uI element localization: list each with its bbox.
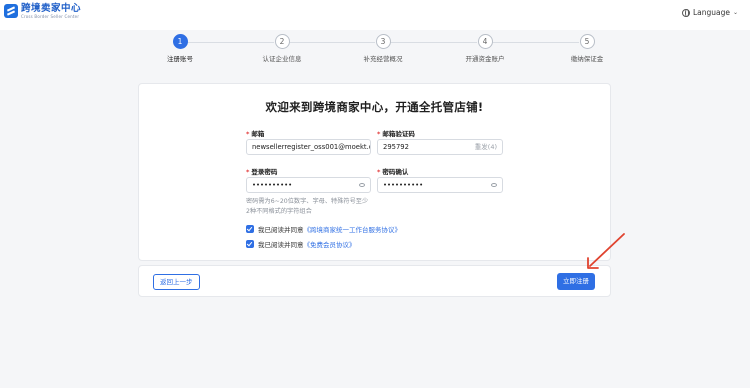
language-selector[interactable]: Language ⌄ <box>681 8 738 17</box>
logo-title: 跨境卖家中心 <box>21 3 82 14</box>
top-header: 跨境卖家中心 Cross Border Seller Center Langua… <box>0 0 750 30</box>
agreement-prefix: 我已阅读并同意 <box>258 241 304 249</box>
required-mark: * <box>377 168 381 176</box>
step-5: 5 缴纳保证金 <box>557 34 617 63</box>
eye-icon[interactable] <box>359 183 365 187</box>
language-label: Language <box>692 8 730 17</box>
step-label: 补充经营概况 <box>363 55 403 63</box>
step-2: 2 认证企业信息 <box>252 34 312 63</box>
logo-icon <box>4 4 18 19</box>
code-label-text: 邮箱验证码 <box>382 130 415 138</box>
checkbox-checked-icon[interactable] <box>246 240 254 248</box>
email-value: newsellerregister_oss001@moekt.co <box>252 143 371 151</box>
step-4: 4 开通资金账户 <box>455 34 515 63</box>
confirm-value: •••••••••• <box>383 181 424 189</box>
step-label: 认证企业信息 <box>262 55 302 63</box>
step-number: 5 <box>579 34 595 49</box>
eye-icon[interactable] <box>491 183 497 187</box>
step-1: 1 注册账号 <box>150 34 210 63</box>
step-number: 2 <box>274 34 290 49</box>
email-field[interactable]: newsellerregister_oss001@moekt.co <box>246 139 371 155</box>
code-value: 295792 <box>383 143 409 151</box>
step-label: 注册账号 <box>167 55 193 63</box>
brand-logo[interactable]: 跨境卖家中心 Cross Border Seller Center <box>4 4 81 19</box>
agreement-member-row[interactable]: 我已阅读并同意 《免费会员协议》 <box>246 239 356 249</box>
page-title: 欢迎来到跨境商家中心，开通全托管店铺! <box>265 100 484 114</box>
confirm-label: * 密码确认 <box>377 166 408 176</box>
logo-text: 跨境卖家中心 Cross Border Seller Center <box>21 4 81 19</box>
step-label: 开通资金账户 <box>465 55 505 63</box>
confirm-label-text: 密码确认 <box>382 168 409 176</box>
code-label: * 邮箱验证码 <box>377 128 415 138</box>
service-agreement-link[interactable]: 《跨境商家统一工作台服务协议》 <box>304 224 402 234</box>
member-agreement-link[interactable]: 《免费会员协议》 <box>304 239 356 249</box>
registration-steps: 1 注册账号 2 认证企业信息 3 补充经营概况 4 开通资金账户 5 缴纳保证… <box>140 34 610 68</box>
chevron-down-icon: ⌄ <box>732 9 738 16</box>
step-3: 3 补充经营概况 <box>353 34 413 63</box>
annotation-arrow-icon <box>587 233 625 269</box>
required-mark: * <box>246 168 250 176</box>
step-label: 缴纳保证金 <box>570 55 604 63</box>
registration-card: 欢迎来到跨境商家中心，开通全托管店铺! * 邮箱 newsellerregiste… <box>138 83 611 261</box>
agreement-prefix: 我已阅读并同意 <box>258 226 304 234</box>
required-mark: * <box>377 130 381 138</box>
password-hint: 密码需为6~20位数字、字母、特殊符号至少2种不同格式的字符组合 <box>246 198 369 215</box>
logo-subtitle: Cross Border Seller Center <box>21 13 80 19</box>
globe-icon <box>681 8 690 17</box>
confirm-password-field[interactable]: •••••••••• <box>377 177 503 193</box>
agreement-service-row[interactable]: 我已阅读并同意 《跨境商家统一工作台服务协议》 <box>246 224 401 234</box>
verification-code-field[interactable]: 295792 重发(4) <box>377 139 503 155</box>
step-number: 3 <box>375 34 391 49</box>
password-value: •••••••••• <box>252 181 293 189</box>
password-label: * 登录密码 <box>246 166 277 176</box>
register-button[interactable]: 立即注册 <box>557 273 595 290</box>
action-bar: 返回上一步 立即注册 <box>138 265 611 297</box>
step-number: 1 <box>172 34 188 49</box>
back-button[interactable]: 返回上一步 <box>153 274 200 290</box>
step-number: 4 <box>477 34 493 49</box>
email-label-text: 邮箱 <box>251 130 265 138</box>
email-label: * 邮箱 <box>246 128 264 138</box>
checkbox-checked-icon[interactable] <box>246 225 254 233</box>
password-label-text: 登录密码 <box>251 168 278 176</box>
password-field[interactable]: •••••••••• <box>246 177 371 193</box>
resend-code-button[interactable]: 重发(4) <box>475 140 497 154</box>
required-mark: * <box>246 130 250 138</box>
